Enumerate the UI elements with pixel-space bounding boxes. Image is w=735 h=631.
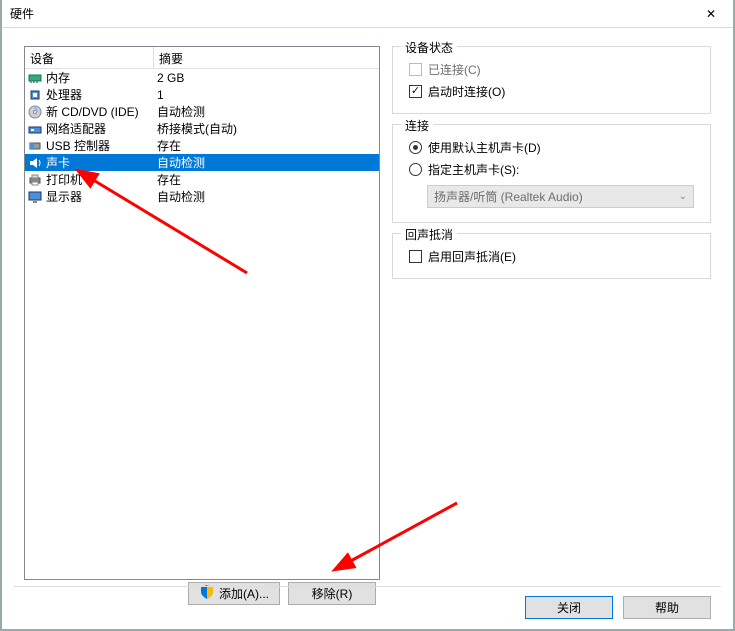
device-row-sound[interactable]: 声卡 自动检测 [25,154,379,171]
chevron-down-icon: ⌄ [679,191,687,202]
device-row-net[interactable]: 网络适配器 桥接模式(自动) [25,120,379,137]
connected-label: 已连接(C) [428,61,481,78]
right-panel: 设备状态 已连接(C) ✓ 启动时连接(O) 连接 使用默认主机声卡(D) 指定… [392,46,711,289]
device-summary: 1 [154,88,379,102]
device-row-cd[interactable]: 新 CD/DVD (IDE) 自动检测 [25,103,379,120]
usb-icon [27,138,43,154]
printer-icon [27,172,43,188]
device-row-usb[interactable]: USB 控制器 存在 [25,137,379,154]
content: 设备 摘要 内存2 GB处理器1新 CD/DVD (IDE)自动检测网络适配器桥… [2,28,733,629]
cd-icon [27,104,43,120]
specify-host-label: 指定主机声卡(S): [428,161,519,178]
list-rows: 内存2 GB处理器1新 CD/DVD (IDE)自动检测网络适配器桥接模式(自动… [25,69,379,205]
add-label: 添加(A)... [219,585,269,602]
memory-icon [27,70,43,86]
device-row-printer[interactable]: 打印机 存在 [25,171,379,188]
window-close-button[interactable]: ✕ [689,0,733,28]
hardware-list: 设备 摘要 内存2 GB处理器1新 CD/DVD (IDE)自动检测网络适配器桥… [24,46,380,580]
sound-icon [27,155,43,171]
device-name: 声卡 [46,154,70,171]
group-title-status: 设备状态 [401,39,457,56]
default-host-label: 使用默认主机声卡(D) [428,139,541,156]
footer-separator [14,586,721,587]
device-row-memory[interactable]: 内存 2 GB [25,69,379,86]
help-button[interactable]: 帮助 [623,596,711,619]
radio-default-host[interactable]: 使用默认主机声卡(D) [409,137,694,157]
group-title-echo: 回声抵消 [401,226,457,243]
checkbox-echo[interactable]: 启用回声抵消(E) [409,246,694,266]
header-summary[interactable]: 摘要 [154,47,379,68]
radio-specify-host[interactable]: 指定主机声卡(S): [409,159,694,179]
device-summary: 存在 [154,137,379,154]
autoconnect-label: 启动时连接(O) [428,83,505,100]
device-name: USB 控制器 [46,137,110,154]
echo-label: 启用回声抵消(E) [428,248,516,265]
close-label: 关闭 [557,599,581,616]
checkbox-icon: ✓ [409,85,422,98]
remove-label: 移除(R) [312,585,353,602]
device-summary: 自动检测 [154,154,379,171]
net-icon [27,121,43,137]
close-button[interactable]: 关闭 [525,596,613,619]
device-summary: 2 GB [154,71,379,85]
group-title-connection: 连接 [401,117,433,134]
host-soundcard-select: 扬声器/听筒 (Realtek Audio) ⌄ [427,185,694,208]
checkbox-icon [409,63,422,76]
cpu-icon [27,87,43,103]
group-echo: 回声抵消 启用回声抵消(E) [392,233,711,279]
checkbox-icon [409,250,422,263]
device-summary: 存在 [154,171,379,188]
footer-buttons: 关闭 帮助 [525,596,711,619]
device-summary: 自动检测 [154,103,379,120]
device-name: 打印机 [46,171,82,188]
device-name: 显示器 [46,188,82,205]
group-connection: 连接 使用默认主机声卡(D) 指定主机声卡(S): 扬声器/听筒 (Realte… [392,124,711,223]
device-summary: 桥接模式(自动) [154,120,379,137]
help-label: 帮助 [655,599,679,616]
device-row-display[interactable]: 显示器 自动检测 [25,188,379,205]
list-header: 设备 摘要 [25,47,379,69]
device-name: 新 CD/DVD (IDE) [46,103,139,120]
select-value: 扬声器/听筒 (Realtek Audio) [434,188,583,205]
device-name: 处理器 [46,86,82,103]
radio-icon [409,163,422,176]
checkbox-autoconnect[interactable]: ✓ 启动时连接(O) [409,81,694,101]
device-row-cpu[interactable]: 处理器 1 [25,86,379,103]
display-icon [27,189,43,205]
device-name: 内存 [46,69,70,86]
radio-icon [409,141,422,154]
device-summary: 自动检测 [154,188,379,205]
close-icon: ✕ [706,7,716,21]
checkbox-connected: 已连接(C) [409,59,694,79]
window-title: 硬件 [10,5,34,22]
titlebar: 硬件 ✕ [2,0,733,28]
header-device[interactable]: 设备 [25,47,154,68]
group-device-status: 设备状态 已连接(C) ✓ 启动时连接(O) [392,46,711,114]
device-name: 网络适配器 [46,120,106,137]
